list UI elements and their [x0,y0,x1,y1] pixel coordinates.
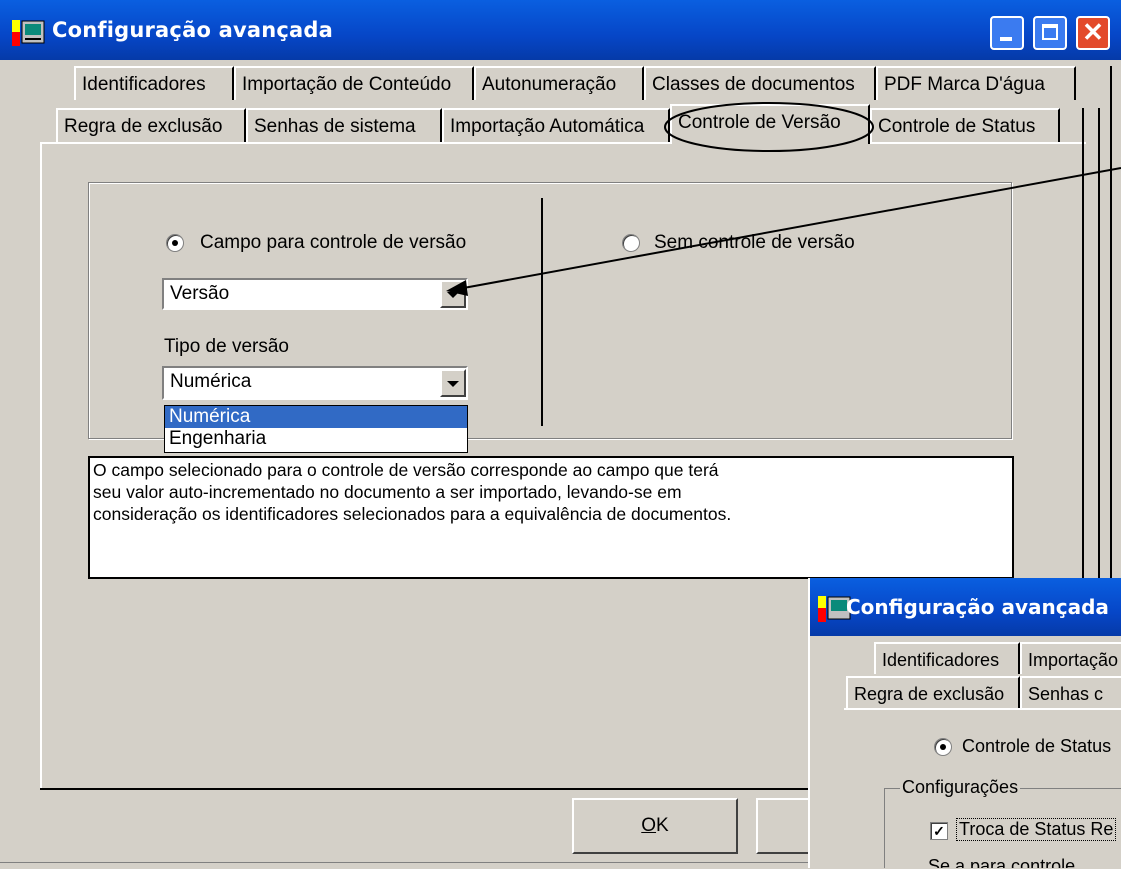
ok-mnemonic: O [641,815,657,836]
cancel-button[interactable] [756,798,816,854]
inset-radio-label: Controle de Status [962,736,1112,756]
close-icon: ✕ [1082,17,1104,47]
tab-label: Senhas c [1028,684,1104,704]
tab-classes-documentos[interactable]: Classes de documentos [644,66,876,100]
tab-label: PDF Marca D'água [884,74,1045,95]
tab-label: Regra de exclusão [854,684,1005,704]
type-dropdown-list[interactable]: Numérica Engenharia [164,405,468,453]
radio-sem-controle-label: Sem controle de versão [654,232,855,253]
tab-identificadores[interactable]: Identificadores [74,66,234,100]
tab-regra-exclusao[interactable]: Regra de exclusão [56,108,246,142]
type-combo[interactable]: Numérica [162,366,468,400]
tab-label: Identificadores [882,650,1000,670]
inset-radio-controle-status[interactable] [934,738,952,756]
chevron-down-icon [447,381,459,387]
inset-group-label: Configurações [900,777,1021,798]
inset-window: Configuração avançada Identificadores Im… [808,578,1121,868]
tab-senhas-sistema[interactable]: Senhas de sistema [246,108,442,142]
inset-tab-regra-exclusao[interactable]: Regra de exclusão [846,676,1020,708]
inset-tab-importacao[interactable]: Importação [1020,642,1121,674]
tab-autonumeracao[interactable]: Autonumeração [474,66,644,100]
description-line: seu valor auto-incrementado no documento… [93,482,682,502]
inset-tab-identificadores[interactable]: Identificadores [874,642,1020,674]
type-combo-value: Numérica [170,371,252,392]
maximize-button[interactable] [1033,16,1067,50]
window-title: Configuração avançada [52,18,333,42]
type-option-numerica[interactable]: Numérica [165,406,467,428]
type-combo-dropdown-button[interactable] [440,369,466,397]
inset-partial-text: Se a para controle [928,856,1076,868]
field-combo-dropdown-button[interactable] [440,280,466,308]
tab-label: Importação de Conteúdo [242,74,452,95]
radio-dot [172,240,178,246]
tab-label: Classes de documentos [652,74,855,95]
tab-label: Importação [1028,650,1119,670]
close-button[interactable]: ✕ [1076,16,1110,50]
divider [541,198,543,426]
versioning-group [88,182,1012,439]
description-line: consideração os identificadores selecion… [93,504,732,524]
radio-sem-controle[interactable] [622,234,640,252]
minimize-icon [1000,37,1012,41]
radio-campo-versao-label: Campo para controle de versão [200,232,467,253]
tab-label: Identificadores [82,74,206,95]
tab-label: Importação Automática [450,116,645,137]
minimize-button[interactable] [990,16,1024,50]
tab-label: Autonumeração [482,74,617,95]
ok-button[interactable]: OK [572,798,738,854]
tab-label: Controle de Status [878,116,1036,137]
tab-importacao-automatica[interactable]: Importação Automática [442,108,670,142]
inset-tab-senhas[interactable]: Senhas c [1020,676,1121,708]
tab-pdf-marca-dagua[interactable]: PDF Marca D'água [876,66,1076,100]
app-icon [12,20,45,46]
tab-importacao-conteudo[interactable]: Importação de Conteúdo [234,66,474,100]
inset-checkbox-label: Troca de Status Re [956,818,1117,841]
tab-label: Regra de exclusão [64,116,223,137]
tab-label: Senhas de sistema [254,116,416,137]
type-label: Tipo de versão [164,336,289,357]
radio-dot [940,744,946,750]
inset-tab-page-top [844,708,1121,710]
maximize-icon [1042,24,1058,40]
radio-campo-versao[interactable] [166,234,184,252]
type-option-engenharia[interactable]: Engenharia [165,428,467,450]
tab-controle-status[interactable]: Controle de Status [870,108,1060,142]
ok-label-rest: K [656,815,669,836]
chevron-down-icon [447,292,459,298]
field-combo[interactable]: Versão [162,278,468,310]
field-combo-value: Versão [170,283,230,304]
inset-checkbox[interactable]: ✓ [930,822,948,840]
description-line: O campo selecionado para o controle de v… [93,460,719,480]
inset-window-title: Configuração avançada [846,595,1109,619]
highlight-ellipse [664,102,874,152]
description-box: O campo selecionado para o controle de v… [88,456,1014,579]
